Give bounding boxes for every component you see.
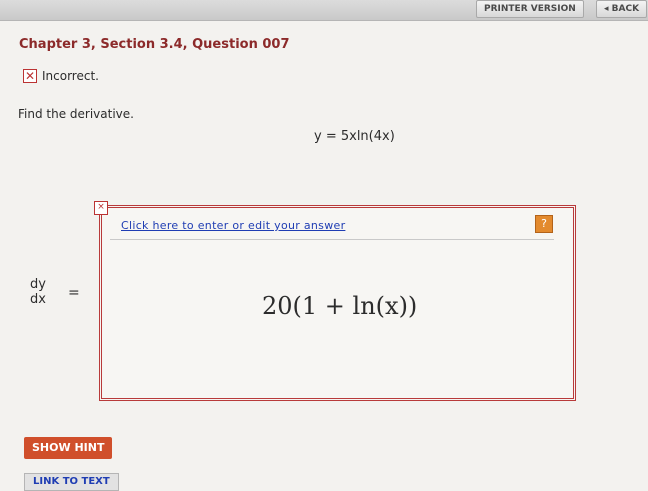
equals-sign: = — [68, 285, 80, 301]
help-icon[interactable]: ? — [535, 215, 553, 233]
answer-header: Click here to enter or edit your answer — [110, 215, 554, 240]
link-to-text-button[interactable]: LINK TO TEXT — [24, 473, 119, 491]
back-button[interactable]: ◂ BACK — [596, 0, 648, 18]
dy-label: dy — [30, 277, 46, 292]
top-toolbar: PRINTER VERSION ◂ BACK — [0, 0, 648, 21]
printer-version-button[interactable]: PRINTER VERSION — [476, 0, 584, 18]
answer-value: 20(1 + ln(x)) — [262, 292, 418, 320]
question-equation: y = 5xln(4x) — [314, 129, 395, 144]
dx-label: dx — [30, 292, 46, 307]
close-icon[interactable]: × — [94, 201, 108, 215]
x-mark-icon: ✕ — [23, 69, 37, 83]
show-hint-button[interactable]: SHOW HINT — [24, 437, 113, 459]
status-line: ✕ Incorrect. — [23, 69, 99, 83]
question-title: Chapter 3, Section 3.4, Question 007 — [19, 37, 290, 52]
derivative-fraction: dy dx — [30, 277, 46, 307]
status-text: Incorrect. — [42, 69, 99, 83]
question-prompt: Find the derivative. — [18, 107, 134, 121]
answer-edit-link[interactable]: Click here to enter or edit your answer — [121, 219, 345, 232]
